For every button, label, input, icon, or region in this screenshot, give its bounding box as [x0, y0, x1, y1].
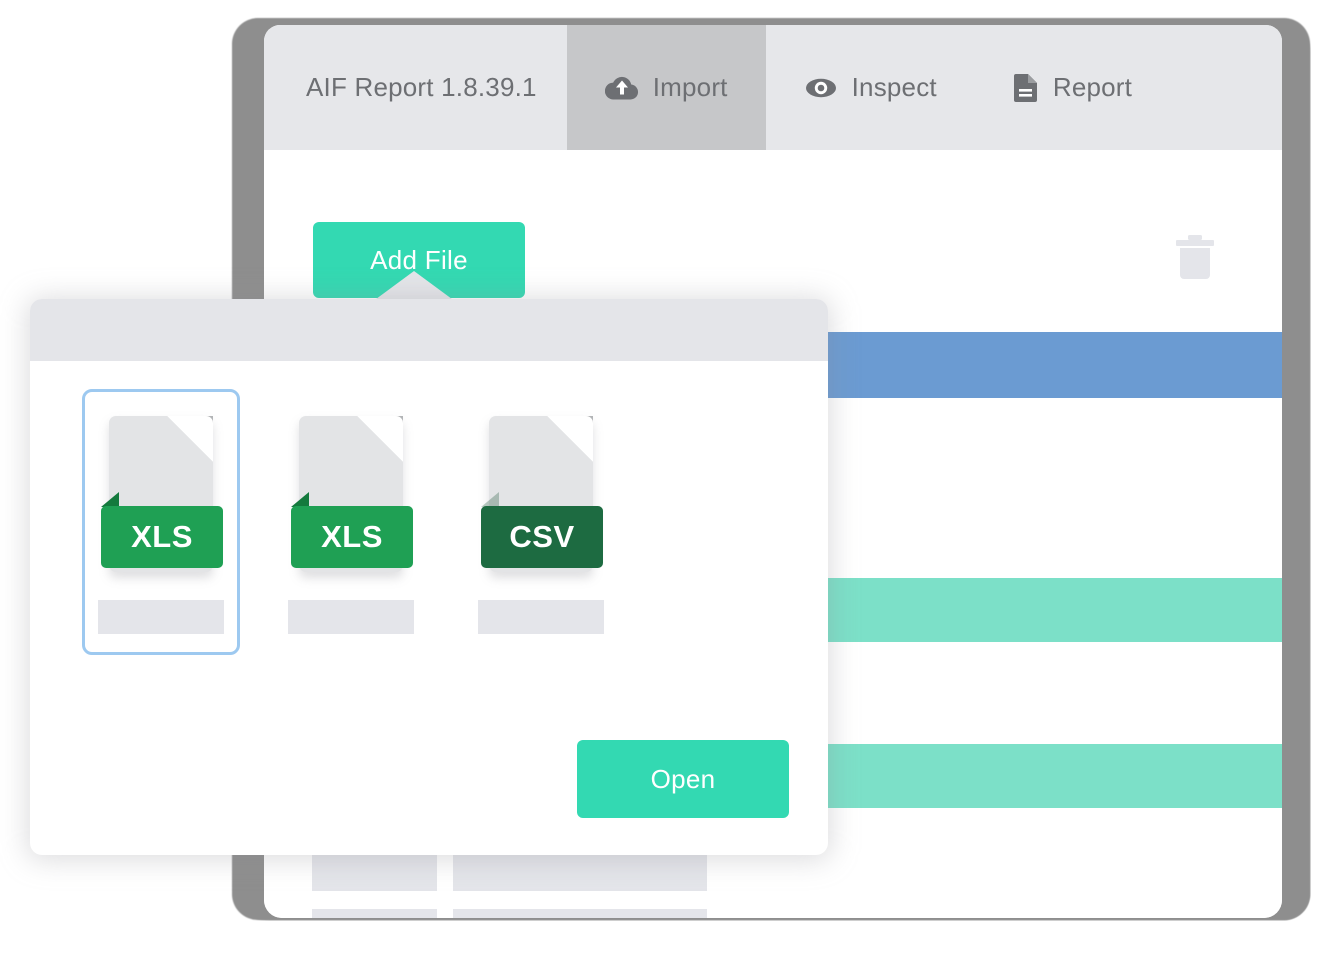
tab-inspect[interactable]: Inspect — [766, 25, 975, 150]
file-name-placeholder — [288, 600, 414, 634]
table-cell — [453, 855, 707, 891]
file-name-placeholder — [478, 600, 604, 634]
tab-import[interactable]: Import — [566, 25, 766, 150]
table-cell — [312, 855, 437, 891]
file-name-placeholder — [98, 600, 224, 634]
app-title-tab: AIF Report 1.8.39.1 — [264, 25, 567, 150]
csv-file-icon: CSV — [478, 410, 604, 578]
trash-icon[interactable] — [1174, 232, 1216, 282]
dialog-titlebar — [30, 299, 828, 361]
file-item-xls-2[interactable]: XLS — [272, 389, 430, 655]
xls-file-icon: XLS — [288, 410, 414, 578]
open-button[interactable]: Open — [577, 740, 789, 818]
tab-inspect-label: Inspect — [851, 72, 937, 102]
file-picker-dialog: XLS XLS CSV Open — [30, 299, 828, 855]
tab-report[interactable]: Report — [975, 25, 1170, 150]
file-item-csv[interactable]: CSV — [462, 389, 620, 655]
tab-bar: AIF Report 1.8.39.1 Import Inspect Repor… — [264, 25, 1282, 150]
table-cell — [312, 909, 437, 918]
app-title: AIF Report 1.8.39.1 — [306, 72, 537, 102]
screenshot-stage: AIF Report 1.8.39.1 Import Inspect Repor… — [0, 0, 1325, 980]
eye-icon — [804, 75, 838, 101]
file-extension-badge: XLS — [291, 506, 413, 568]
file-item-xls-1[interactable]: XLS — [82, 389, 240, 655]
file-list: XLS XLS CSV — [82, 389, 620, 655]
ribbon-tail — [291, 492, 309, 507]
tab-import-label: Import — [652, 72, 728, 102]
ribbon-tail — [101, 492, 119, 507]
cloud-upload-icon — [604, 74, 639, 102]
file-extension-badge: XLS — [101, 506, 223, 568]
tab-report-label: Report — [1052, 72, 1133, 102]
xls-file-icon: XLS — [98, 410, 224, 578]
table-cell — [453, 909, 707, 918]
ribbon-tail — [481, 492, 499, 507]
file-extension-badge: CSV — [481, 506, 603, 568]
document-icon — [1013, 73, 1039, 103]
